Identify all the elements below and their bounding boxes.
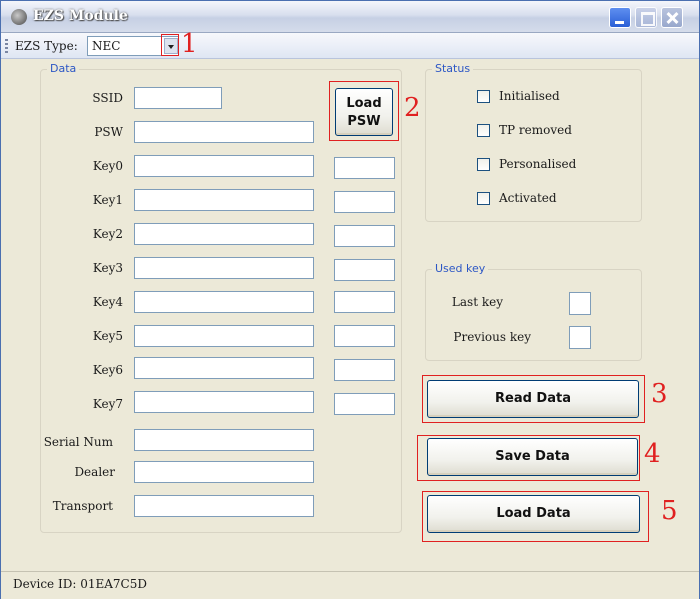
serial-num-label: Serial Num	[43, 435, 113, 449]
used-key-group-legend: Used key	[432, 262, 489, 275]
title-bar[interactable]: EZS Module	[1, 1, 699, 33]
app-icon	[11, 9, 27, 25]
key2-input[interactable]	[134, 223, 314, 245]
transport-input[interactable]	[134, 495, 314, 517]
key2-label: Key2	[92, 227, 123, 241]
key5-input[interactable]	[134, 325, 314, 347]
window-title: EZS Module	[33, 8, 128, 24]
ssid-input[interactable]	[134, 87, 222, 109]
data-group-legend: Data	[47, 62, 80, 75]
load-psw-label-line2: PSW	[347, 114, 381, 129]
key1-aux-input[interactable]	[334, 191, 395, 213]
minimize-button[interactable]	[609, 7, 631, 28]
initialised-label: Initialised	[499, 89, 560, 103]
annotation-number-2: 2	[404, 93, 421, 123]
key5-label: Key5	[92, 329, 123, 343]
dealer-label: Dealer	[74, 465, 115, 479]
save-data-button[interactable]: Save Data	[427, 438, 638, 476]
tp-removed-checkbox[interactable]	[477, 124, 490, 137]
personalised-checkbox[interactable]	[477, 158, 490, 171]
ezs-module-window: EZS Module EZS Type: NEC 1 Data SSID PSW…	[0, 0, 700, 599]
psw-label: PSW	[94, 125, 123, 139]
key3-aux-input[interactable]	[334, 259, 395, 281]
key1-label: Key1	[92, 193, 123, 207]
device-id-text: Device ID: 01EA7C5D	[13, 577, 147, 591]
personalised-label: Personalised	[499, 157, 577, 171]
transport-label: Transport	[52, 499, 113, 513]
toolbar: EZS Type: NEC	[1, 33, 699, 59]
load-psw-label-line1: Load	[346, 96, 382, 111]
read-data-button[interactable]: Read Data	[427, 380, 639, 418]
last-key-label: Last key	[451, 295, 503, 309]
dealer-input[interactable]	[134, 461, 314, 483]
psw-input[interactable]	[134, 121, 314, 143]
used-key-group: Used key	[425, 262, 642, 361]
key3-label: Key3	[92, 261, 123, 275]
key0-input[interactable]	[134, 155, 314, 177]
key7-input[interactable]	[134, 391, 314, 413]
key4-input[interactable]	[134, 291, 314, 313]
key5-aux-input[interactable]	[334, 325, 395, 347]
ezs-type-label: EZS Type:	[15, 39, 78, 53]
key0-label: Key0	[92, 159, 123, 173]
close-button[interactable]	[661, 7, 683, 28]
serial-num-input[interactable]	[134, 429, 314, 451]
key4-label: Key4	[92, 295, 123, 309]
annotation-number-1: 1	[181, 29, 198, 59]
key7-aux-input[interactable]	[334, 393, 395, 415]
last-key-value	[569, 292, 591, 315]
annotation-number-5: 5	[661, 496, 678, 526]
initialised-checkbox[interactable]	[477, 90, 490, 103]
key6-aux-input[interactable]	[334, 359, 395, 381]
key4-aux-input[interactable]	[334, 291, 395, 313]
key3-input[interactable]	[134, 257, 314, 279]
activated-label: Activated	[499, 191, 557, 205]
key2-aux-input[interactable]	[334, 225, 395, 247]
status-group-legend: Status	[432, 62, 474, 75]
activated-checkbox[interactable]	[477, 192, 490, 205]
annotation-box-1	[161, 34, 179, 56]
key1-input[interactable]	[134, 189, 314, 211]
annotation-number-3: 3	[651, 379, 668, 409]
key6-label: Key6	[92, 363, 123, 377]
previous-key-label: Previous key	[453, 330, 531, 344]
ssid-label: SSID	[92, 91, 123, 105]
tp-removed-label: TP removed	[499, 123, 572, 137]
previous-key-value	[569, 326, 591, 349]
toolbar-grip-icon[interactable]	[5, 39, 8, 53]
ezs-type-value: NEC	[92, 39, 121, 53]
load-psw-button[interactable]: Load PSW	[335, 88, 393, 136]
annotation-number-4: 4	[644, 439, 661, 469]
maximize-button[interactable]	[635, 7, 657, 28]
key0-aux-input[interactable]	[334, 157, 395, 179]
key6-input[interactable]	[134, 357, 314, 379]
key7-label: Key7	[92, 397, 123, 411]
load-data-button[interactable]: Load Data	[427, 495, 640, 533]
status-bar: Device ID: 01EA7C5D	[1, 571, 699, 599]
